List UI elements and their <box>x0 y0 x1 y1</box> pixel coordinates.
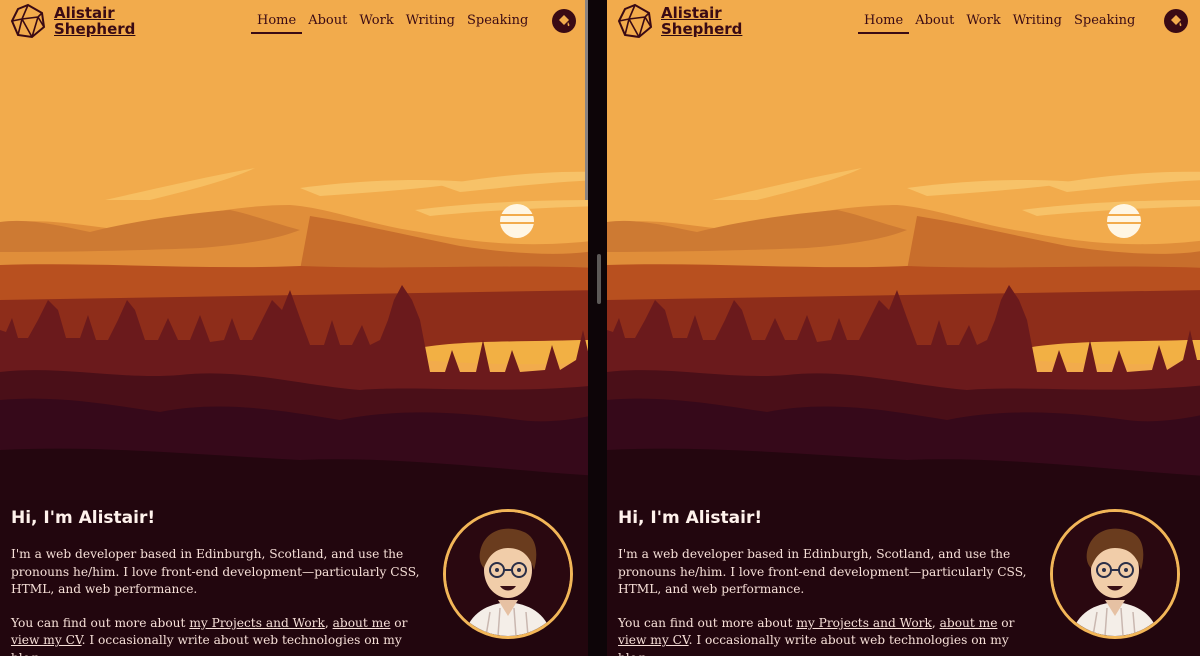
intro-section: Hi, I'm Alistair! I'm a web developer ba… <box>618 508 1038 656</box>
links-paragraph: You can find out more about my Projects … <box>11 615 431 656</box>
nav-link-home[interactable]: Home <box>251 12 303 34</box>
scrollbar-thumb[interactable] <box>585 0 588 200</box>
nav-link-about[interactable]: About <box>302 12 353 32</box>
site-name: Alistair Shepherd <box>661 4 743 38</box>
projects-link[interactable]: my Projects and Work <box>796 616 932 630</box>
about-me-link[interactable]: about me <box>333 616 391 630</box>
projects-link[interactable]: my Projects and Work <box>189 616 325 630</box>
intro-heading: Hi, I'm Alistair! <box>618 508 763 528</box>
paint-bucket-icon <box>559 15 570 27</box>
left-browser-pane: Alistair Shepherd Home About Work Writing Sp… <box>0 0 588 656</box>
site-header: Alistair Shepherd Home About Work Writing Sp… <box>607 0 1200 42</box>
main-navigation: Home About Work Writing Speaking <box>858 12 1141 34</box>
main-navigation: Home About Work Writing Speaking <box>251 12 534 34</box>
cv-link[interactable]: view my CV <box>618 633 689 647</box>
right-browser-pane: Alistair Shepherd Home About Work Writing Sp… <box>607 0 1200 656</box>
site-logo[interactable]: Alistair Shepherd <box>617 3 742 39</box>
split-view-divider[interactable] <box>588 0 607 656</box>
paint-bucket-icon <box>1171 15 1182 27</box>
about-me-link[interactable]: about me <box>940 616 998 630</box>
polyhedron-icon <box>617 3 653 39</box>
blog-link[interactable]: blog <box>11 651 38 656</box>
site-logo[interactable]: Alistair Shepherd <box>10 3 135 39</box>
nav-link-home[interactable]: Home <box>858 12 910 34</box>
avatar <box>1050 509 1180 639</box>
theme-toggle-button[interactable] <box>1164 9 1188 33</box>
avatar <box>443 509 573 639</box>
avatar-illustration <box>1053 512 1177 636</box>
blog-link[interactable]: blog <box>618 651 645 656</box>
polyhedron-icon <box>10 3 46 39</box>
sunset-landscape-illustration <box>607 0 1200 500</box>
nav-link-writing[interactable]: Writing <box>400 12 461 32</box>
intro-heading: Hi, I'm Alistair! <box>11 508 156 528</box>
intro-section: Hi, I'm Alistair! I'm a web developer ba… <box>11 508 431 656</box>
nav-link-speaking[interactable]: Speaking <box>461 12 534 32</box>
intro-paragraph: I'm a web developer based in Edinburgh, … <box>11 547 420 597</box>
nav-link-work[interactable]: Work <box>353 12 399 32</box>
sunset-landscape-illustration <box>0 0 588 500</box>
nav-link-speaking[interactable]: Speaking <box>1068 12 1141 32</box>
cv-link[interactable]: view my CV <box>11 633 82 647</box>
nav-link-writing[interactable]: Writing <box>1007 12 1068 32</box>
avatar-illustration <box>446 512 570 636</box>
site-name: Alistair Shepherd <box>54 4 136 38</box>
divider-handle[interactable] <box>597 254 601 304</box>
nav-link-work[interactable]: Work <box>960 12 1006 32</box>
nav-link-about[interactable]: About <box>909 12 960 32</box>
site-header: Alistair Shepherd Home About Work Writing Sp… <box>0 0 588 42</box>
links-paragraph: You can find out more about my Projects … <box>618 615 1038 656</box>
theme-toggle-button[interactable] <box>552 9 576 33</box>
intro-paragraph: I'm a web developer based in Edinburgh, … <box>618 547 1027 597</box>
